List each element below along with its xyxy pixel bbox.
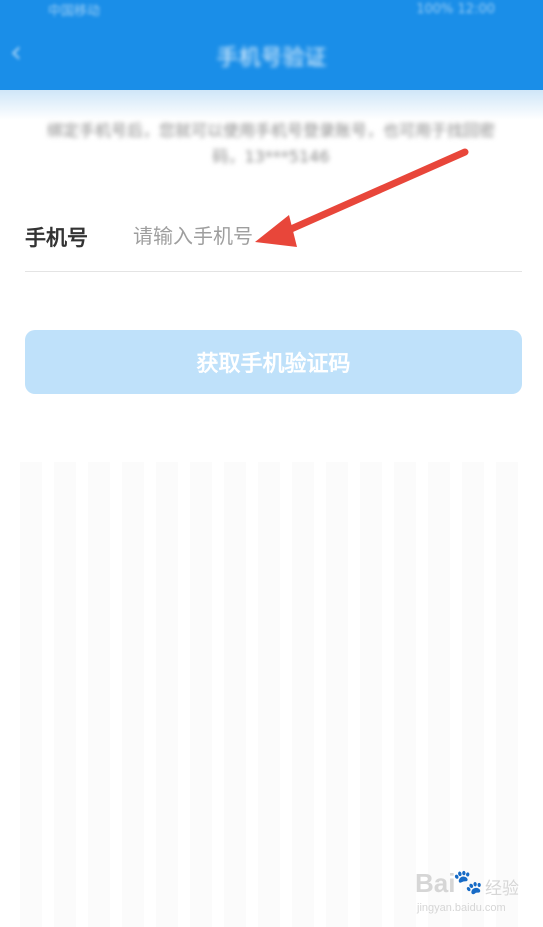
watermark-cn-text: 经验 [485, 879, 519, 899]
status-carrier: 中国移动 [48, 3, 101, 19]
bind-phone-notice: 绑定手机号后，您就可以使用手机号登录账号，也可用于找回密码，13***5146 [46, 121, 495, 166]
header-shadow [0, 90, 543, 120]
app-header: 中国移动 100% 12:00 ‹ 手机号验证 [0, 0, 543, 95]
phone-label: 手机号 [25, 226, 88, 250]
phone-field-divider [25, 271, 522, 272]
phone-input[interactable] [133, 220, 513, 252]
status-bar: 中国移动 100% 12:00 [0, 0, 543, 19]
blank-area [20, 462, 523, 927]
paw-icon: 🐾 [453, 868, 483, 896]
phone-field-row: 手机号 [25, 212, 522, 272]
baidu-jingyan-watermark: Bai 🐾 经验 jingyan.baidu.com [415, 868, 535, 918]
get-code-button[interactable]: 获取手机验证码 [25, 330, 522, 394]
page-title: 手机号验证 [216, 46, 327, 71]
watermark-logo-text: Bai [415, 868, 456, 898]
status-battery-time: 100% 12:00 [416, 1, 495, 17]
watermark-url: jingyan.baidu.com [417, 902, 506, 914]
